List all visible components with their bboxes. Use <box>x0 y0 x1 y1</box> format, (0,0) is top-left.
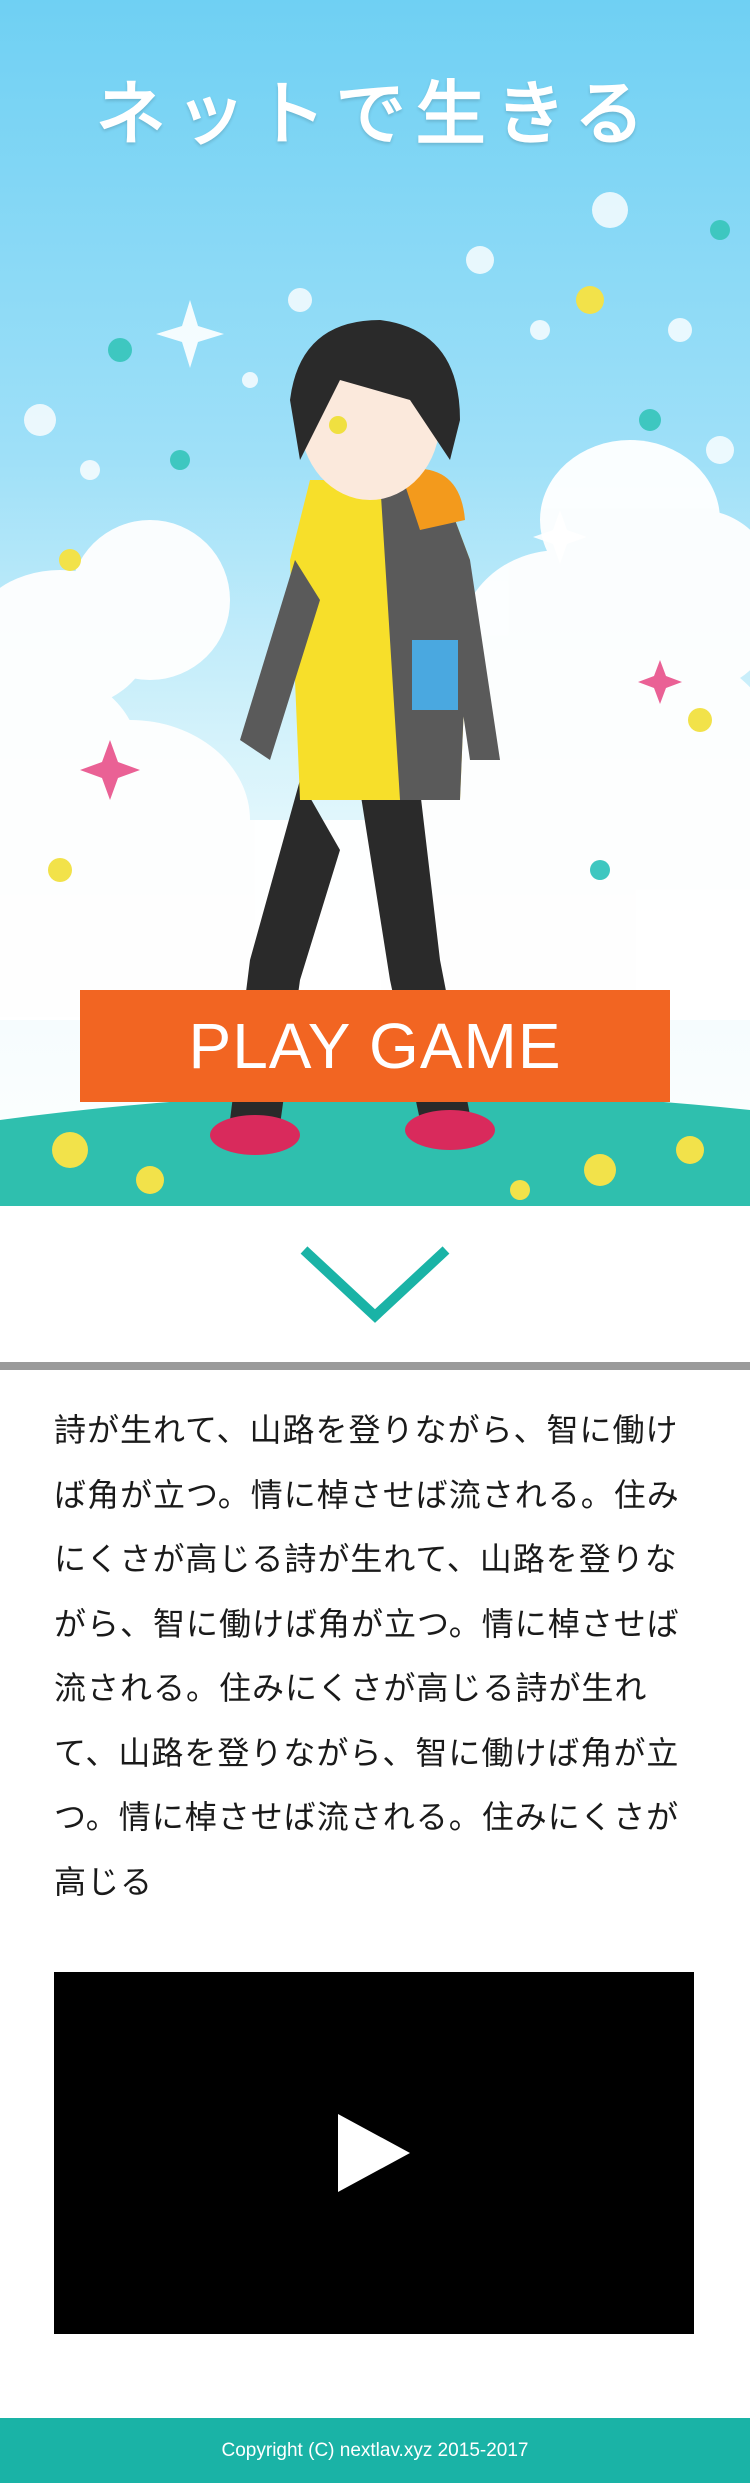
play-icon[interactable] <box>334 2110 414 2196</box>
footer: Copyright (C) nextlav.xyz 2015-2017 <box>0 2418 750 2483</box>
scroll-indicator[interactable] <box>0 1206 750 1362</box>
hero: ネットで生きる PLAY GAME <box>0 0 750 1206</box>
play-game-button[interactable]: PLAY GAME <box>80 990 670 1102</box>
video-player[interactable] <box>54 1972 694 2334</box>
chevron-down-icon[interactable] <box>298 1244 452 1324</box>
page-title: ネットで生きる <box>95 73 655 155</box>
page: ネットで生きる PLAY GAME 詩が生れて、山路を登りながら、智に働けば角が… <box>0 0 750 2483</box>
section-divider <box>0 1362 750 1370</box>
article-text: 詩が生れて、山路を登りながら、智に働けば角が立つ。情に棹させば流される。住みにく… <box>54 1411 680 1901</box>
copyright-text: Copyright (C) nextlav.xyz 2015-2017 <box>221 2439 529 2461</box>
